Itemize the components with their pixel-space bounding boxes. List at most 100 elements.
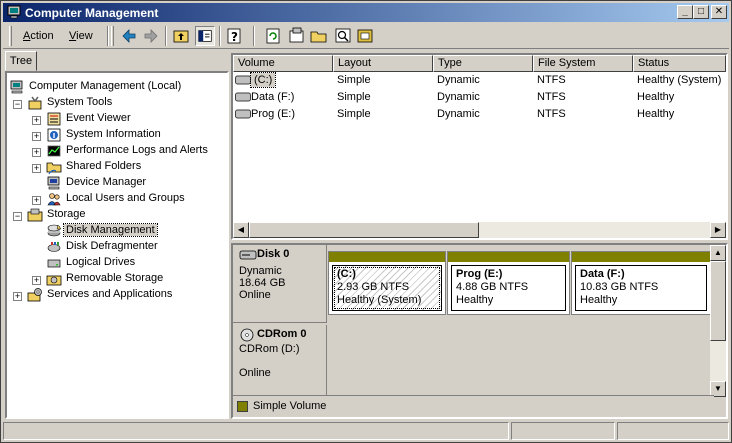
partition-bar xyxy=(329,252,445,262)
toolbar-grip[interactable] xyxy=(111,26,114,46)
expand-toggle[interactable]: + xyxy=(32,148,41,157)
file-system-cell: NTFS xyxy=(537,108,566,120)
scrollbar-thumb[interactable] xyxy=(249,222,479,238)
expand-toggle[interactable]: + xyxy=(32,164,41,173)
scroll-left-button[interactable]: ◀ xyxy=(233,222,249,238)
menu-action[interactable]: Action xyxy=(23,30,54,42)
partition-name: (C:) xyxy=(337,268,356,280)
system-info-icon xyxy=(47,128,61,142)
scrollbar-thumb[interactable] xyxy=(710,261,726,341)
layout-cell: Simple xyxy=(337,91,371,103)
computer-management-icon xyxy=(7,5,21,19)
partition-c[interactable]: (C:) 2.93 GB NTFS Healthy (System) xyxy=(328,251,446,315)
partition-bar xyxy=(448,252,569,262)
cdrom-0-area[interactable] xyxy=(328,325,714,395)
column-header-type[interactable]: Type xyxy=(433,55,533,72)
disk-graphical-view[interactable]: Disk 0 Dynamic 18.64 GB Online (C:) 2.93… xyxy=(231,243,728,419)
drive-icon xyxy=(235,75,251,85)
status-cell: Healthy (System) xyxy=(637,74,722,86)
disk-name: Disk 0 xyxy=(257,248,290,260)
tab-tree[interactable]: Tree xyxy=(5,51,37,71)
tree-item-label: Storage xyxy=(47,208,86,220)
minimize-button[interactable]: _ xyxy=(677,5,693,19)
window-title: Computer Management xyxy=(25,6,159,20)
column-header-layout[interactable]: Layout xyxy=(333,55,433,72)
type-cell: Dynamic xyxy=(437,74,480,86)
event-viewer-icon xyxy=(47,112,61,126)
tree-item-label: Local Users and Groups xyxy=(66,192,185,204)
table-row[interactable]: Prog (E:) Simple Dynamic NTFS Healthy xyxy=(233,106,723,122)
refresh-icon[interactable] xyxy=(263,26,283,46)
disk-state: Online xyxy=(239,289,271,301)
disk-size: 18.64 GB xyxy=(239,277,286,289)
layout-cell: Simple xyxy=(337,74,371,86)
cdrom-0-label[interactable]: CDRom 0 CDRom (D:) Online xyxy=(233,325,327,395)
menu-view[interactable]: View xyxy=(69,30,93,42)
toolbar-separator xyxy=(107,26,109,46)
tree-item-label: Device Manager xyxy=(66,176,147,188)
partition-f[interactable]: Data (F:) 10.83 GB NTFS Healthy xyxy=(571,251,711,315)
column-header-status[interactable]: Status xyxy=(633,55,726,72)
search-icon[interactable] xyxy=(333,26,353,46)
column-header-volume[interactable]: Volume xyxy=(233,55,333,72)
scroll-right-button[interactable]: ▶ xyxy=(710,222,726,238)
up-folder-icon[interactable] xyxy=(171,26,191,46)
help-icon[interactable]: ? xyxy=(225,26,245,46)
partition-bar xyxy=(572,252,710,262)
open-icon[interactable] xyxy=(309,26,329,46)
expand-toggle[interactable]: + xyxy=(32,196,41,205)
layout-cell: Simple xyxy=(337,108,371,120)
toolbar-separator xyxy=(253,26,255,46)
horizontal-scrollbar[interactable]: ◀ ▶ xyxy=(233,222,726,238)
tree-item-label: Shared Folders xyxy=(66,160,142,172)
expand-toggle[interactable]: + xyxy=(32,132,41,141)
drive-icon xyxy=(235,109,251,119)
scroll-up-button[interactable]: ▲ xyxy=(710,245,726,261)
tree-item-label: Performance Logs and Alerts xyxy=(66,144,208,156)
tree-item-label: Computer Management (Local) xyxy=(29,80,182,92)
collapse-toggle[interactable]: − xyxy=(13,212,22,221)
disk-icon xyxy=(239,250,257,260)
legend-label: Simple Volume xyxy=(253,400,327,412)
removable-storage-icon xyxy=(46,275,62,286)
partition-size: 2.93 GB NTFS xyxy=(337,281,410,293)
properties-icon[interactable] xyxy=(287,26,307,46)
partition-size: 10.83 GB NTFS xyxy=(580,281,659,293)
maximize-button[interactable]: □ xyxy=(693,5,709,19)
expand-toggle[interactable]: + xyxy=(32,116,41,125)
partition-status: Healthy xyxy=(456,294,494,306)
legend: Simple Volume xyxy=(233,395,714,417)
close-button[interactable]: ✕ xyxy=(711,5,727,19)
tree-pane[interactable]: Computer Management (Local) − System Too… xyxy=(5,71,229,419)
collapse-toggle[interactable]: − xyxy=(13,100,22,109)
computer-management-window: Computer Management _ □ ✕ Action View ? … xyxy=(0,0,732,443)
vertical-scrollbar[interactable]: ▲ ▼ xyxy=(710,245,726,397)
type-cell: Dynamic xyxy=(437,108,480,120)
partition-status: Healthy xyxy=(580,294,618,306)
toolbar-grip[interactable] xyxy=(9,26,12,46)
column-header-file-system[interactable]: File System xyxy=(533,55,633,72)
back-arrow-icon[interactable] xyxy=(119,26,139,46)
tree-item-label: Disk Defragmenter xyxy=(66,240,158,252)
volume-list[interactable]: Volume Layout Type File System Status (C… xyxy=(231,53,728,240)
cdrom-icon xyxy=(240,328,254,342)
status-panel-main xyxy=(3,422,509,440)
disk-0-label[interactable]: Disk 0 Dynamic 18.64 GB Online xyxy=(233,245,327,323)
expand-toggle[interactable]: + xyxy=(32,276,41,285)
forward-arrow-icon[interactable] xyxy=(141,26,161,46)
expand-toggle[interactable]: + xyxy=(13,292,22,301)
disk-name: CDRom 0 xyxy=(257,328,307,340)
table-row[interactable]: Data (F:) Simple Dynamic NTFS Healthy xyxy=(233,89,723,105)
settings-icon[interactable] xyxy=(355,26,375,46)
file-system-cell: NTFS xyxy=(537,91,566,103)
volume-cell: Prog (E:) xyxy=(251,108,296,120)
partition-e[interactable]: Prog (E:) 4.88 GB NTFS Healthy xyxy=(447,251,570,315)
show-hide-tree-icon[interactable] xyxy=(195,26,215,46)
title-bar[interactable]: Computer Management _ □ ✕ xyxy=(3,3,729,22)
partition-size: 4.88 GB NTFS xyxy=(456,281,529,293)
table-row[interactable]: (C:) Simple Dynamic NTFS Healthy (System… xyxy=(233,72,723,88)
disk-kind: Dynamic xyxy=(239,265,282,277)
type-cell: Dynamic xyxy=(437,91,480,103)
status-panel xyxy=(617,422,729,440)
simple-volume-swatch xyxy=(237,401,248,412)
